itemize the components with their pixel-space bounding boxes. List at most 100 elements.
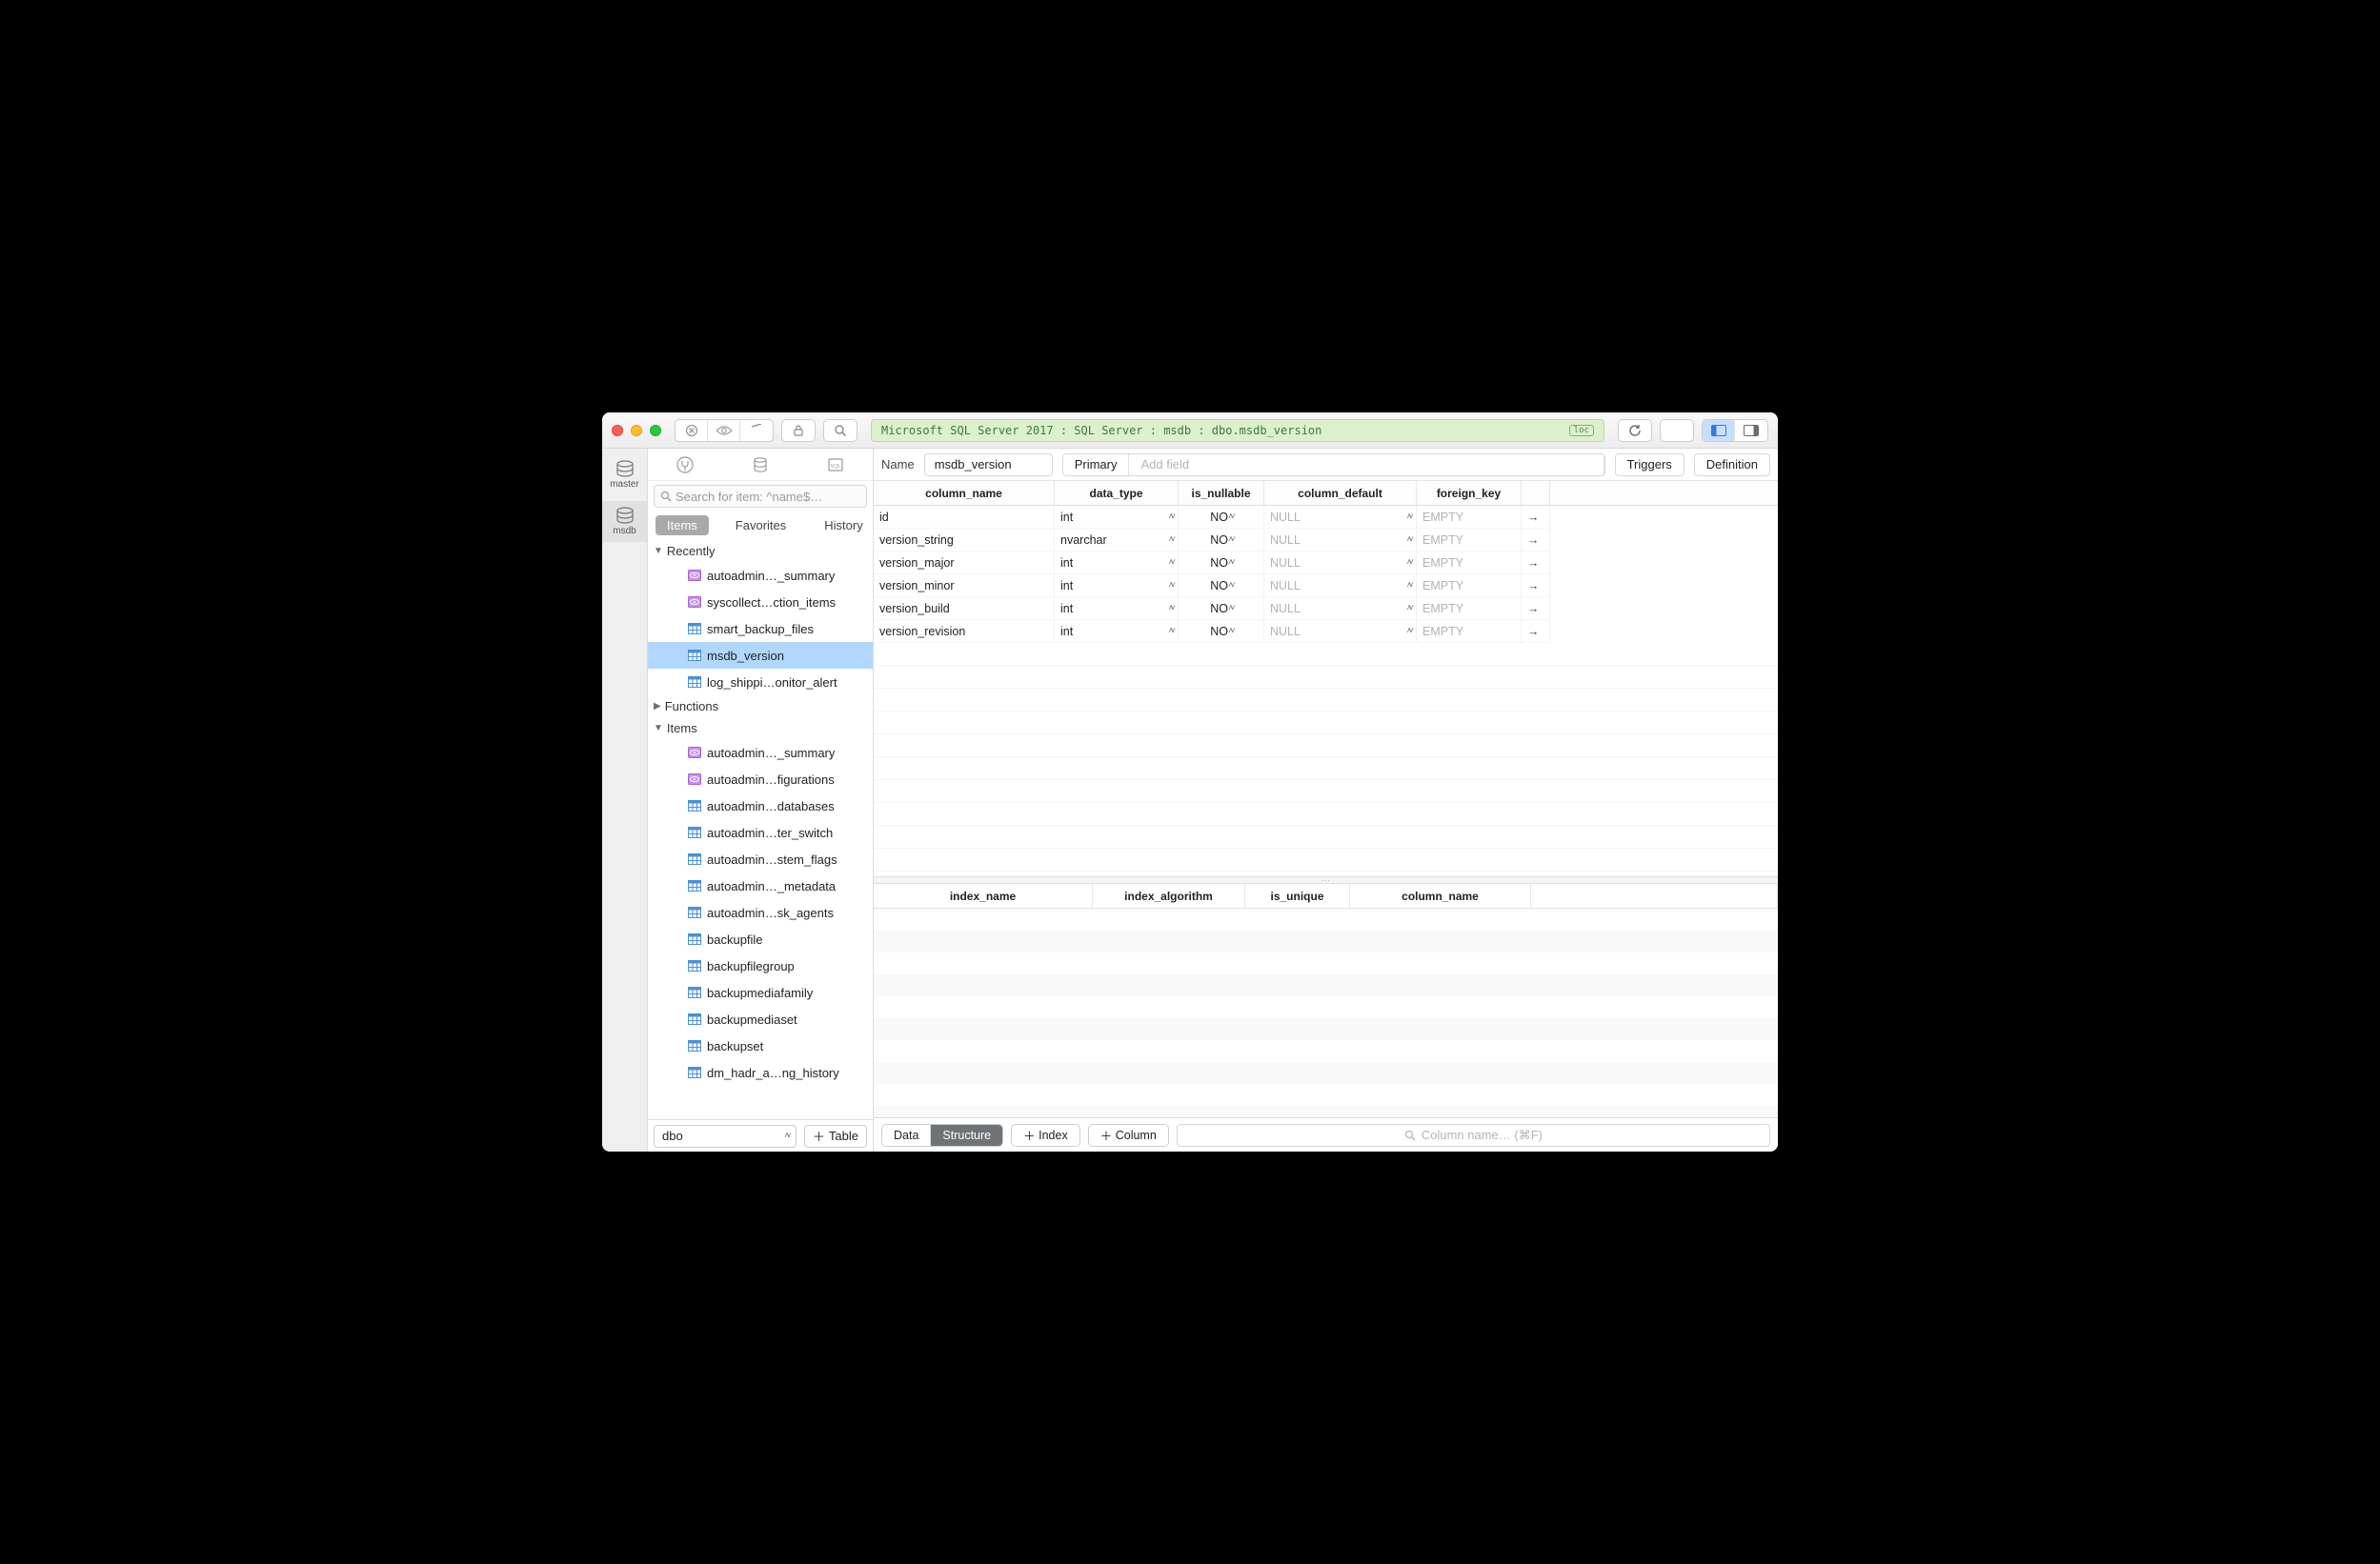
table-name-input[interactable]: msdb_version [924, 453, 1053, 476]
schema-selector[interactable]: dbo ˄˅ [654, 1125, 797, 1148]
tree-item[interactable]: syscollect…ction_items [648, 589, 873, 615]
cell-fk-arrow[interactable]: → [1522, 551, 1550, 574]
tree-item[interactable]: autoadmin…_summary [648, 739, 873, 766]
cell-foreign-key[interactable]: EMPTY [1417, 574, 1522, 597]
cell-column-name[interactable]: version_build [874, 597, 1055, 620]
tree-item[interactable]: autoadmin…databases [648, 792, 873, 819]
sql-icon[interactable]: SQL [825, 454, 846, 475]
cell-is-nullable[interactable]: NO˄˅ [1179, 597, 1264, 620]
cell-is-nullable[interactable]: NO˄˅ [1179, 574, 1264, 597]
cell-column-name[interactable]: id [874, 506, 1055, 529]
cell-column-default[interactable]: NULL˄˅ [1264, 506, 1417, 529]
cell-is-nullable[interactable]: NO˄˅ [1179, 529, 1264, 551]
structure-tab[interactable]: Structure [931, 1125, 1002, 1146]
triggers-button[interactable]: Triggers [1615, 453, 1684, 476]
cell-column-default[interactable]: NULL˄˅ [1264, 574, 1417, 597]
column-header-data_type[interactable]: data_type [1055, 481, 1179, 505]
index-header-is_unique[interactable]: is_unique [1245, 884, 1350, 908]
sidebar-tab-favorites[interactable]: Favorites [724, 515, 797, 535]
tree-item[interactable]: backupmediafamily [648, 979, 873, 1006]
cancel-icon[interactable] [676, 420, 708, 441]
tree-item[interactable]: autoadmin…sk_agents [648, 899, 873, 926]
cell-is-nullable[interactable]: NO˄˅ [1179, 506, 1264, 529]
search-toolbar-button[interactable] [823, 419, 857, 442]
cell-column-default[interactable]: NULL˄˅ [1264, 551, 1417, 574]
tree-section-functions[interactable]: ▶Functions [648, 695, 873, 717]
horizontal-splitter[interactable]: ⋯ [874, 876, 1778, 884]
cell-fk-arrow[interactable]: → [1522, 574, 1550, 597]
cell-column-default[interactable]: NULL˄˅ [1264, 620, 1417, 643]
zoom-window-button[interactable] [650, 425, 661, 436]
cell-column-name[interactable]: version_revision [874, 620, 1055, 643]
tree-item[interactable]: smart_backup_files [648, 615, 873, 642]
tree-item[interactable]: msdb_version [648, 642, 873, 669]
tree-item[interactable]: autoadmin…figurations [648, 766, 873, 792]
cell-column-default[interactable]: NULL˄˅ [1264, 529, 1417, 551]
column-header-is_nullable[interactable]: is_nullable [1179, 481, 1264, 505]
cell-foreign-key[interactable]: EMPTY [1417, 529, 1522, 551]
list-icon[interactable] [740, 420, 773, 441]
tree-section-recently[interactable]: ▼Recently [648, 540, 873, 562]
tree-section-items[interactable]: ▼Items [648, 717, 873, 739]
tree-item[interactable]: dm_hadr_a…ng_history [648, 1059, 873, 1086]
cell-fk-arrow[interactable]: → [1522, 529, 1550, 551]
cell-data-type[interactable]: int˄˅ [1055, 620, 1179, 643]
tree-item[interactable]: autoadmin…ter_switch [648, 819, 873, 846]
tree-item[interactable]: backupfilegroup [648, 952, 873, 979]
refresh-button[interactable] [1618, 419, 1652, 442]
definition-button[interactable]: Definition [1694, 453, 1770, 476]
index-header-column_name[interactable]: column_name [1350, 884, 1531, 908]
cell-data-type[interactable]: int˄˅ [1055, 597, 1179, 620]
add-field-segment[interactable]: Add field [1129, 454, 1603, 475]
column-filter-input[interactable]: Column name… (⌘F) [1177, 1124, 1770, 1147]
tree-item[interactable]: backupmediaset [648, 1006, 873, 1033]
sidebar-tab-items[interactable]: Items [656, 515, 709, 535]
cell-is-nullable[interactable]: NO˄˅ [1179, 551, 1264, 574]
cell-data-type[interactable]: int˄˅ [1055, 551, 1179, 574]
column-row[interactable]: version_majorint˄˅NO˄˅NULL˄˅EMPTY→ [874, 551, 1778, 574]
column-row[interactable]: version_buildint˄˅NO˄˅NULL˄˅EMPTY→ [874, 597, 1778, 620]
column-row[interactable]: idint˄˅NO˄˅NULL˄˅EMPTY→ [874, 506, 1778, 529]
column-header-column_name[interactable]: column_name [874, 481, 1055, 505]
cell-fk-arrow[interactable]: → [1522, 597, 1550, 620]
cell-foreign-key[interactable]: EMPTY [1417, 551, 1522, 574]
cell-data-type[interactable]: nvarchar˄˅ [1055, 529, 1179, 551]
tree-item[interactable]: log_shippi…onitor_alert [648, 669, 873, 695]
minimize-window-button[interactable] [631, 425, 642, 436]
index-header-index_name[interactable]: index_name [874, 884, 1093, 908]
cell-column-default[interactable]: NULL˄˅ [1264, 597, 1417, 620]
cell-column-name[interactable]: version_major [874, 551, 1055, 574]
add-column-button[interactable]: ＋ Column [1088, 1124, 1169, 1147]
add-table-button[interactable]: ＋ Table [804, 1125, 867, 1148]
right-panel-toggle[interactable] [1735, 420, 1767, 441]
sidebar-tab-history[interactable]: History [813, 515, 874, 535]
cell-foreign-key[interactable]: EMPTY [1417, 620, 1522, 643]
cell-data-type[interactable]: int˄˅ [1055, 574, 1179, 597]
db-strip-item-master[interactable]: master [602, 454, 647, 495]
tree-item[interactable]: backupset [648, 1033, 873, 1059]
cell-is-nullable[interactable]: NO˄˅ [1179, 620, 1264, 643]
sidebar-search-input[interactable]: Search for item: ^name$… [654, 485, 867, 508]
cell-foreign-key[interactable]: EMPTY [1417, 597, 1522, 620]
cell-column-name[interactable]: version_string [874, 529, 1055, 551]
column-row[interactable]: version_revisionint˄˅NO˄˅NULL˄˅EMPTY→ [874, 620, 1778, 643]
cell-fk-arrow[interactable]: → [1522, 620, 1550, 643]
tree-item[interactable]: autoadmin…_summary [648, 562, 873, 589]
cell-fk-arrow[interactable]: → [1522, 506, 1550, 529]
database-icon[interactable] [750, 454, 771, 475]
primary-segment[interactable]: Primary [1063, 454, 1130, 475]
eye-icon[interactable] [708, 420, 740, 441]
column-header-column_default[interactable]: column_default [1264, 481, 1417, 505]
data-tab[interactable]: Data [882, 1125, 931, 1146]
index-header-index_algorithm[interactable]: index_algorithm [1093, 884, 1245, 908]
cell-data-type[interactable]: int˄˅ [1055, 506, 1179, 529]
tree-item[interactable]: backupfile [648, 926, 873, 952]
cell-foreign-key[interactable]: EMPTY [1417, 506, 1522, 529]
tree-item[interactable]: autoadmin…stem_flags [648, 846, 873, 872]
close-window-button[interactable] [612, 425, 623, 436]
column-row[interactable]: version_minorint˄˅NO˄˅NULL˄˅EMPTY→ [874, 574, 1778, 597]
grid-button[interactable] [1660, 419, 1694, 442]
column-row[interactable]: version_stringnvarchar˄˅NO˄˅NULL˄˅EMPTY→ [874, 529, 1778, 551]
column-header-foreign_key[interactable]: foreign_key [1417, 481, 1522, 505]
add-index-button[interactable]: ＋ Index [1011, 1124, 1080, 1147]
